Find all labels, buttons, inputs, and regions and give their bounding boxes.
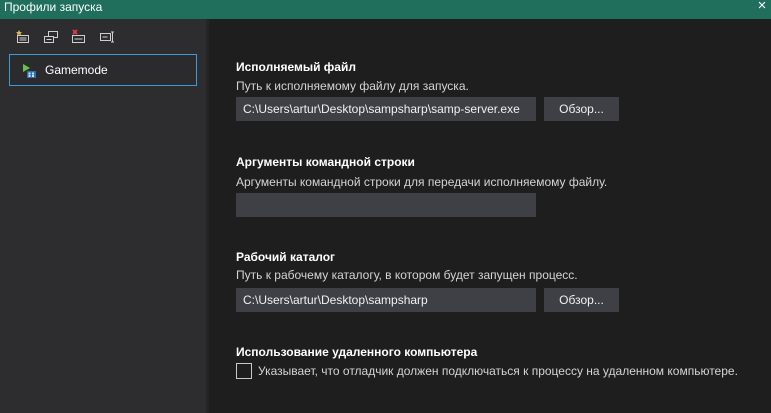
new-profile-icon[interactable]: [16, 29, 32, 45]
arguments-field[interactable]: [236, 193, 536, 217]
working-dir-title: Рабочий каталог: [236, 250, 336, 264]
window-title: Профили запуска: [4, 0, 103, 14]
working-dir-browse-button[interactable]: Обзор...: [544, 288, 619, 312]
executable-browse-button[interactable]: Обзор...: [544, 97, 619, 121]
profile-label: Gamemode: [45, 63, 108, 77]
profiles-list: [0, 54, 206, 413]
remote-title: Использование удаленного компьютера: [236, 345, 478, 359]
working-dir-description: Путь к рабочему каталогу, в котором буде…: [236, 268, 578, 282]
close-icon[interactable]: ×: [753, 0, 771, 19]
copy-profile-icon[interactable]: [43, 29, 59, 45]
remote-checkbox-label: Указывает, что отладчик должен подключат…: [258, 364, 738, 378]
arguments-title: Аргументы командной строки: [236, 155, 415, 169]
rename-profile-icon[interactable]: [99, 29, 115, 45]
profiles-toolbar: [0, 19, 209, 54]
arguments-description: Аргументы командной строки для передачи …: [236, 175, 608, 189]
delete-profile-icon[interactable]: [71, 29, 87, 45]
executable-description: Путь к исполняемому файлу для запуска.: [236, 79, 469, 93]
executable-path-field[interactable]: C:\Users\artur\Desktop\sampsharp\samp-se…: [236, 97, 536, 121]
profile-item-gamemode[interactable]: Gamemode: [9, 54, 197, 86]
remote-checkbox[interactable]: [236, 363, 252, 379]
working-dir-field[interactable]: C:\Users\artur\Desktop\sampsharp: [236, 288, 536, 312]
run-profile-icon: [21, 63, 37, 79]
title-bar: Профили запуска ×: [0, 0, 771, 19]
executable-title: Исполняемый файл: [236, 60, 356, 74]
